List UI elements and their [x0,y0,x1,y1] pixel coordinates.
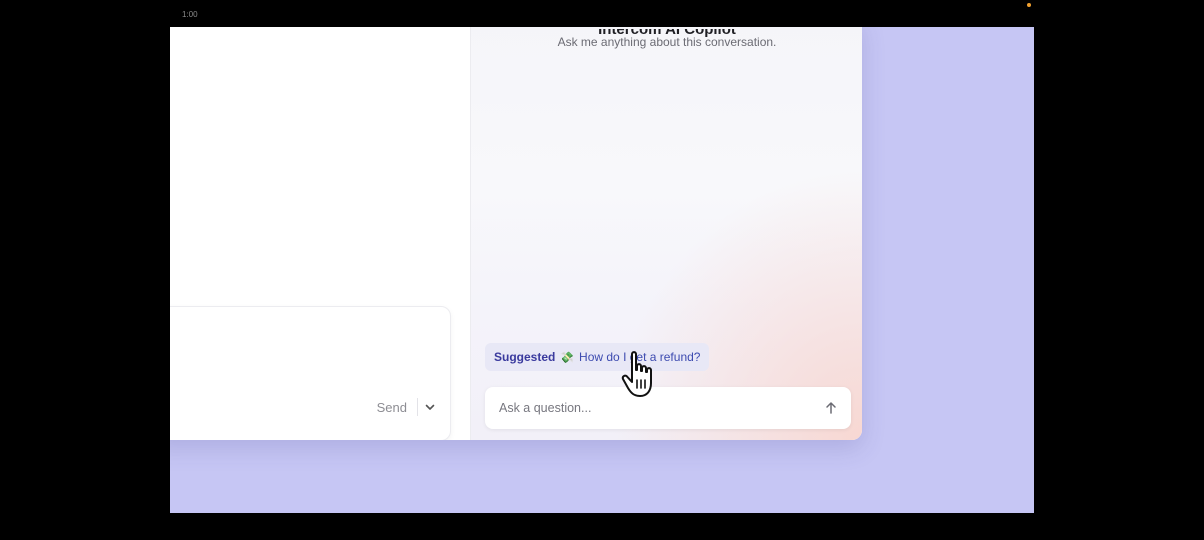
reply-composer[interactable]: Send [170,306,451,440]
recording-timer: 1:00 [182,10,198,19]
money-wings-icon: 💸 [560,351,575,364]
suggested-question-text: How do I get a refund? [579,350,701,364]
conversation-pane: Send [170,27,470,440]
copilot-subtitle: Ask me anything about this conversation. [557,35,777,49]
ask-question-box [485,387,851,429]
chevron-down-icon[interactable] [423,400,437,414]
copilot-panel: Intercom AI Copilot Ask me anything abou… [470,27,862,440]
app-viewport: Send Intercom AI Copilot Ask me anything… [170,27,1034,513]
ask-question-input[interactable] [485,387,805,429]
recording-indicator [1027,3,1031,7]
suggested-question-chip[interactable]: Suggested 💸 How do I get a refund? [485,343,710,371]
screen-recording: 1:00 Send Intercom AI Copilot Ask me any… [0,0,1204,540]
arrow-up-icon[interactable] [823,400,839,416]
send-button[interactable]: Send [377,400,407,415]
suggested-label: Suggested [494,350,556,364]
inbox-window: Send Intercom AI Copilot Ask me anything… [170,27,862,440]
send-divider [417,398,418,416]
